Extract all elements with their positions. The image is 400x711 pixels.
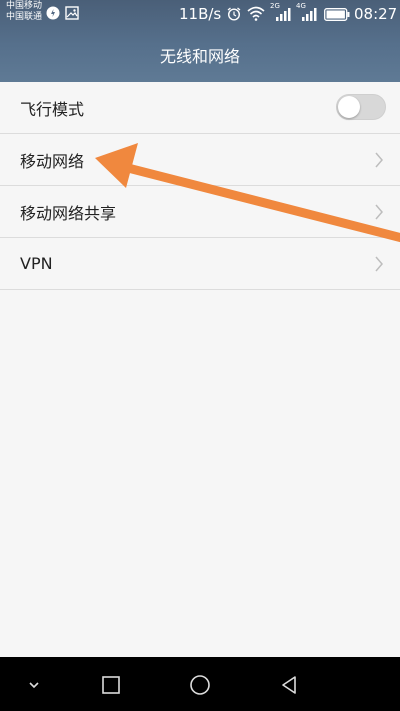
network-speed: 11B/s bbox=[179, 5, 222, 23]
header: 中国移动 中国联通 11B/s 2G 4G 08:27 无线和网络 bbox=[0, 0, 400, 82]
toggle-knob bbox=[338, 96, 360, 118]
carrier-1: 中国移动 bbox=[6, 1, 43, 11]
carrier-2: 中国联通 bbox=[6, 12, 43, 22]
page-title: 无线和网络 bbox=[159, 47, 240, 66]
back-icon bbox=[282, 676, 296, 694]
chevron-right-icon bbox=[375, 204, 383, 220]
chevron-right-icon bbox=[375, 256, 383, 272]
clock: 08:27 bbox=[354, 5, 398, 23]
navigation-bar bbox=[0, 657, 400, 711]
chevron-right-icon bbox=[375, 152, 383, 168]
settings-item-label: 移动网络 bbox=[20, 151, 85, 171]
settings-item-label: 飞行模式 bbox=[20, 99, 85, 119]
settings-item-label: 移动网络共享 bbox=[20, 203, 117, 223]
settings-item-tethering[interactable]: 移动网络共享 bbox=[0, 186, 400, 238]
chevron-down-icon bbox=[29, 682, 39, 689]
collapse-button[interactable] bbox=[20, 671, 48, 699]
image-icon bbox=[65, 6, 79, 20]
settings-item-vpn[interactable]: VPN bbox=[0, 238, 400, 290]
status-bar: 中国移动 中国联通 11B/s 2G 4G 08:27 bbox=[0, 0, 400, 30]
wifi-icon bbox=[247, 6, 265, 21]
battery-icon bbox=[324, 8, 350, 21]
settings-list: 飞行模式 移动网络 移动网络共享 VPN bbox=[0, 82, 400, 290]
airplane-mode-toggle[interactable] bbox=[336, 94, 386, 120]
home-button[interactable] bbox=[186, 671, 214, 699]
settings-item-mobile-network[interactable]: 移动网络 bbox=[0, 134, 400, 186]
notification-icon bbox=[46, 6, 60, 20]
signal-icon-2 bbox=[302, 8, 317, 21]
settings-item-airplane-mode[interactable]: 飞行模式 bbox=[0, 82, 400, 134]
home-icon bbox=[190, 675, 210, 695]
settings-item-label: VPN bbox=[20, 254, 53, 273]
carrier-info: 中国移动 中国联通 bbox=[6, 1, 42, 23]
back-button[interactable] bbox=[275, 671, 303, 699]
recent-apps-button[interactable] bbox=[97, 671, 125, 699]
signal-icon bbox=[276, 8, 291, 21]
recent-apps-icon bbox=[102, 676, 120, 694]
alarm-icon bbox=[227, 7, 241, 21]
